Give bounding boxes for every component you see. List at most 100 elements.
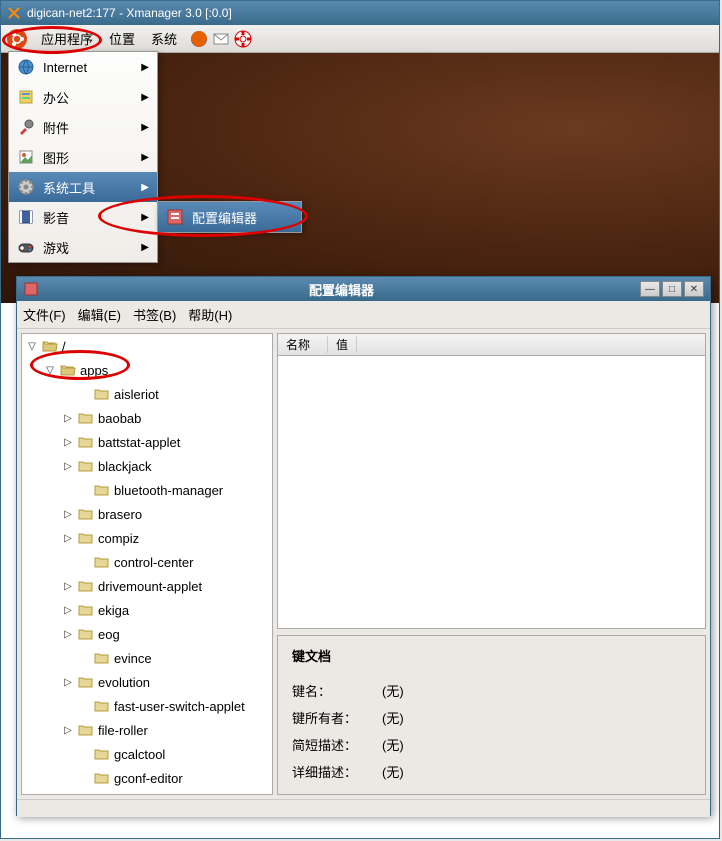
- menu-help[interactable]: 帮助(H): [188, 305, 232, 324]
- mail-icon[interactable]: [211, 29, 231, 49]
- tree-item[interactable]: gcalctool: [22, 742, 272, 766]
- expander-icon[interactable]: ▷: [62, 437, 74, 448]
- tree-item-label: gcalctool: [114, 747, 165, 762]
- tree-item[interactable]: aisleriot: [22, 382, 272, 406]
- outer-title-bar: digican-net2:177 - Xmanager 3.0 [:0.0]: [1, 1, 719, 25]
- tree-item[interactable]: ▷ compiz: [22, 526, 272, 550]
- tree-item[interactable]: ▷ drivemount-applet: [22, 574, 272, 598]
- expander-icon[interactable]: ▷: [62, 509, 74, 520]
- tree-item-label: drivemount-applet: [98, 579, 202, 594]
- col-value[interactable]: 值: [328, 336, 357, 353]
- folder-icon: [78, 627, 94, 641]
- tree-item[interactable]: ▷evolution: [22, 670, 272, 694]
- xmanager-icon: [7, 6, 21, 20]
- expander-icon[interactable]: ▽: [44, 365, 56, 376]
- key-list-header: 名称 值: [278, 334, 705, 356]
- tree-item[interactable]: ▽/: [22, 334, 272, 358]
- submenu-arrow-icon: ▶: [141, 182, 149, 193]
- system-tools-icon: [17, 178, 35, 196]
- menu-item-graphics[interactable]: 图形▶: [9, 142, 157, 172]
- ubuntu-panel: 应用程序 位置 系统: [1, 25, 719, 53]
- expander-icon[interactable]: ▷: [62, 605, 74, 616]
- help-icon[interactable]: [233, 29, 253, 49]
- tree-item[interactable]: evince: [22, 646, 272, 670]
- tree-item-label: compiz: [98, 531, 139, 546]
- menu-item-label: 办公: [43, 88, 69, 107]
- tree-item[interactable]: ▷battstat-applet: [22, 430, 272, 454]
- xmanager-window: digican-net2:177 - Xmanager 3.0 [:0.0] 应…: [0, 0, 720, 839]
- submenu-config-editor[interactable]: 配置编辑器: [158, 202, 301, 232]
- menu-file[interactable]: 文件(F): [23, 305, 66, 324]
- globe-icon: [17, 58, 35, 76]
- panel-system[interactable]: 系统: [143, 25, 185, 52]
- menu-edit[interactable]: 编辑(E): [78, 305, 121, 324]
- tree-item[interactable]: ▷baobab: [22, 406, 272, 430]
- tree-item[interactable]: gconf-editor: [22, 766, 272, 790]
- key-long-label: 详细描述：: [292, 762, 382, 781]
- panel-places[interactable]: 位置: [101, 25, 143, 52]
- menu-item-label: 系统工具: [43, 178, 95, 197]
- tree-item-label: evince: [114, 651, 152, 666]
- expander-icon[interactable]: ▷: [62, 677, 74, 688]
- tree-item[interactable]: control-center: [22, 550, 272, 574]
- key-long-value: (无): [382, 762, 404, 781]
- tree-item-label: file-roller: [98, 723, 148, 738]
- tree-item[interactable]: ▷ ekiga: [22, 598, 272, 622]
- folder-icon: [78, 507, 94, 521]
- expander-icon[interactable]: ▷: [62, 581, 74, 592]
- graphics-icon: [17, 148, 35, 166]
- menu-item-media[interactable]: 影音▶: [9, 202, 157, 232]
- config-editor-icon: [166, 208, 184, 226]
- tree-item-label: aisleriot: [114, 387, 159, 402]
- folder-icon: [78, 579, 94, 593]
- expander-icon[interactable]: ▷: [62, 629, 74, 640]
- tree-item-label: blackjack: [98, 459, 151, 474]
- expander-icon[interactable]: ▷: [62, 461, 74, 472]
- col-name[interactable]: 名称: [278, 336, 328, 353]
- outer-title-text: digican-net2:177 - Xmanager 3.0 [:0.0]: [27, 6, 232, 20]
- menu-item-office[interactable]: 办公▶: [9, 82, 157, 112]
- expander-icon[interactable]: ▷: [62, 533, 74, 544]
- tree-item[interactable]: fast-user-switch-applet: [22, 694, 272, 718]
- menu-item-accessories[interactable]: 附件▶: [9, 112, 157, 142]
- config-title-text: 配置编辑器: [43, 280, 640, 299]
- config-editor-window: 配置编辑器 — □ ✕ 文件(F) 编辑(E) 书签(B) 帮助(H) ▽/▽a…: [16, 276, 711, 816]
- close-button[interactable]: ✕: [684, 281, 704, 297]
- tree-item[interactable]: ▷brasero: [22, 502, 272, 526]
- tree-item[interactable]: ▽ apps: [22, 358, 272, 382]
- menu-item-system-tools[interactable]: 系统工具 ▶: [9, 172, 157, 202]
- expander-icon[interactable]: ▷: [62, 413, 74, 424]
- key-owner-value: (无): [382, 708, 404, 727]
- tree-item[interactable]: ▷ blackjack: [22, 454, 272, 478]
- menu-item-globe[interactable]: Internet▶: [9, 52, 157, 82]
- config-menu-bar: 文件(F) 编辑(E) 书签(B) 帮助(H): [17, 301, 710, 329]
- key-doc-panel: 键文档 键名：(无) 键所有者：(无) 简短描述：(无) 详细描述：(无): [277, 635, 706, 795]
- gconf-tree[interactable]: ▽/▽appsaisleriot▷baobab▷battstat-applet▷…: [21, 333, 273, 795]
- folder-icon: [78, 411, 94, 425]
- menu-item-label: Internet: [43, 60, 87, 75]
- menu-bookmark[interactable]: 书签(B): [133, 305, 176, 324]
- expander-icon[interactable]: ▷: [62, 725, 74, 736]
- minimize-button[interactable]: —: [640, 281, 660, 297]
- submenu-arrow-icon: ▶: [141, 242, 149, 253]
- menu-item-label: 图形: [43, 148, 69, 167]
- tree-item-label: eog: [98, 627, 120, 642]
- tree-item[interactable]: bluetooth-manager: [22, 478, 272, 502]
- tree-item[interactable]: ▷ eog: [22, 622, 272, 646]
- maximize-button[interactable]: □: [662, 281, 682, 297]
- tree-item[interactable]: ▷ file-roller: [22, 718, 272, 742]
- menu-item-games[interactable]: 游戏▶: [9, 232, 157, 262]
- folder-icon: [78, 435, 94, 449]
- tree-item-label: apps: [80, 363, 108, 378]
- accessories-icon: [17, 118, 35, 136]
- tree-item-label: ekiga: [98, 603, 129, 618]
- submenu-arrow-icon: ▶: [141, 212, 149, 223]
- panel-applications[interactable]: 应用程序: [33, 25, 101, 52]
- firefox-icon[interactable]: [189, 29, 209, 49]
- tree-item-label: fast-user-switch-applet: [114, 699, 245, 714]
- folder-icon: [78, 531, 94, 545]
- expander-icon[interactable]: ▽: [26, 341, 38, 352]
- tree-item-label: bluetooth-manager: [114, 483, 223, 498]
- folder-icon: [94, 771, 110, 785]
- folder-icon: [78, 675, 94, 689]
